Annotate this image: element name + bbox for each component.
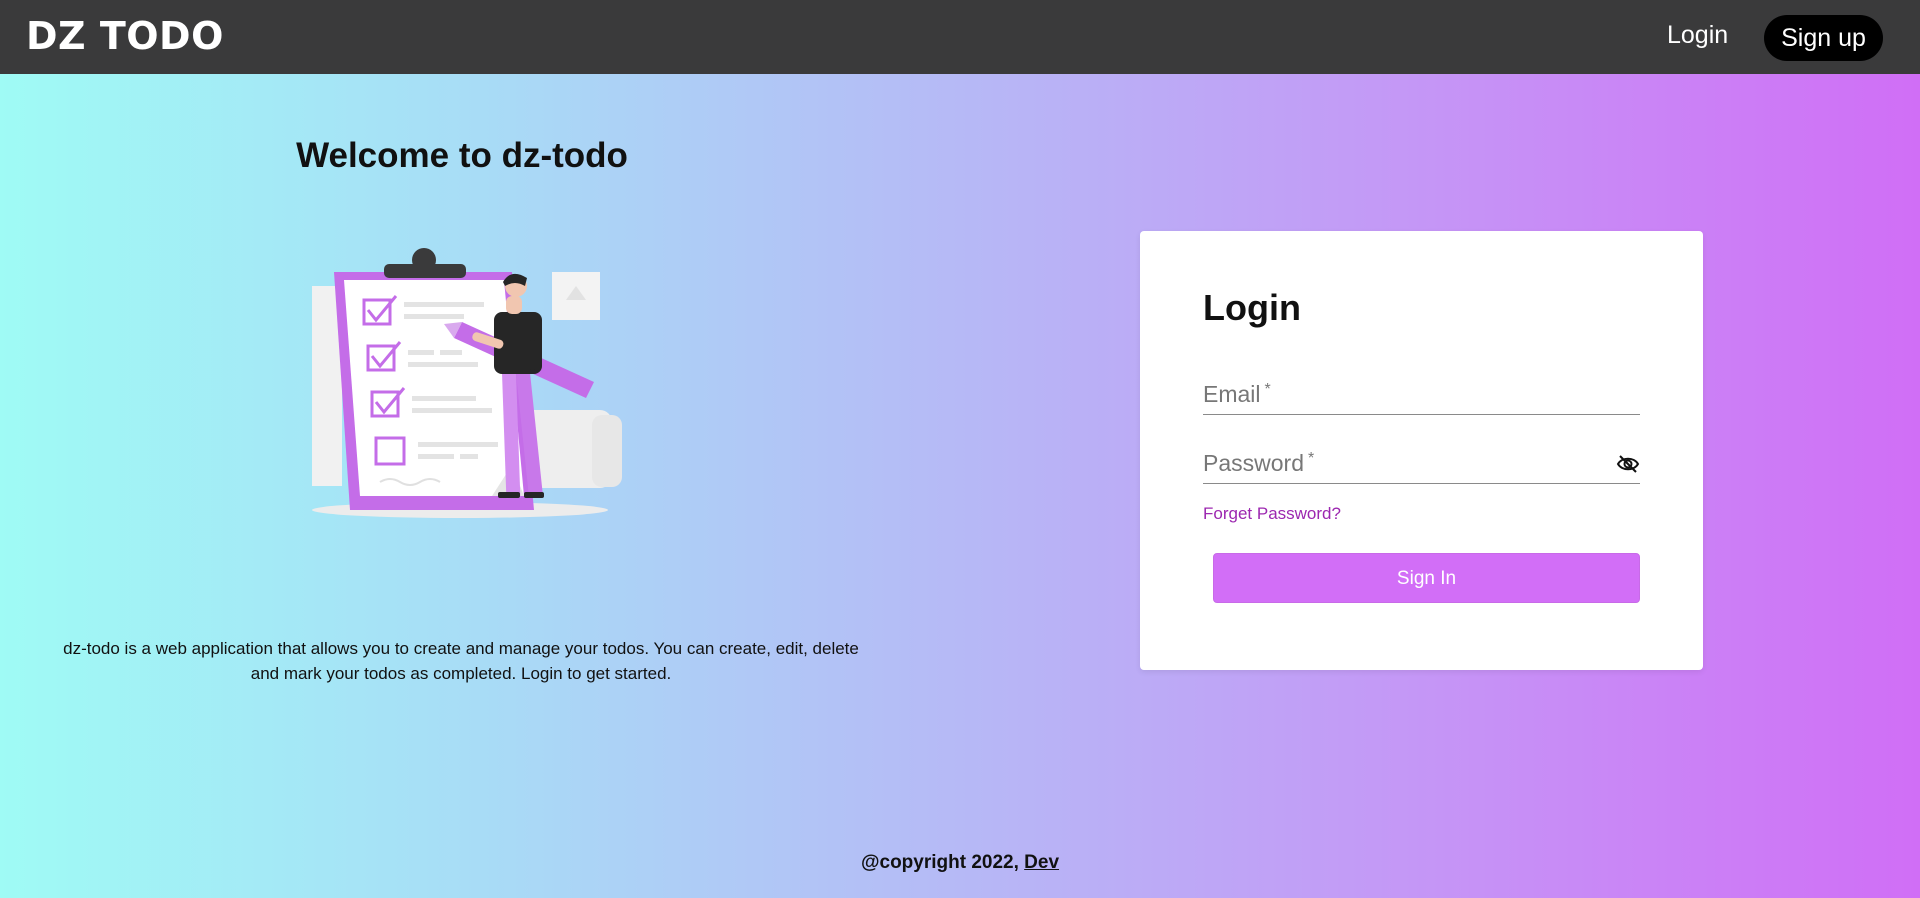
password-label: Password *: [1203, 450, 1315, 476]
email-field[interactable]: Email *: [1203, 371, 1640, 415]
welcome-title: Welcome to dz-todo: [296, 136, 628, 175]
email-label: Email *: [1203, 381, 1271, 407]
copyright-text: @copyright 2022,: [860, 852, 1025, 873]
nav-signup-button[interactable]: Sign up: [1764, 15, 1883, 61]
app-description: dz-todo is a web application that allows…: [63, 639, 859, 683]
eye-off-icon[interactable]: [1616, 454, 1640, 474]
brand-logo[interactable]: DZ TODO: [26, 14, 224, 58]
footer: @copyright 2022, Dev: [0, 852, 1920, 874]
navbar: DZ TODO Login Sign up: [0, 0, 1920, 74]
login-title: Login: [1203, 287, 1301, 328]
nav-login-link[interactable]: Login: [1667, 21, 1728, 50]
password-field[interactable]: Password *: [1203, 440, 1640, 484]
author-link[interactable]: Dev: [1024, 852, 1059, 873]
sign-in-button[interactable]: Sign In: [1213, 553, 1640, 603]
forgot-password-link[interactable]: Forget Password?: [1203, 504, 1341, 524]
login-card: Login Email * Password * Forget Password? …: [1140, 231, 1703, 670]
checklist-illustration: [272, 240, 652, 525]
